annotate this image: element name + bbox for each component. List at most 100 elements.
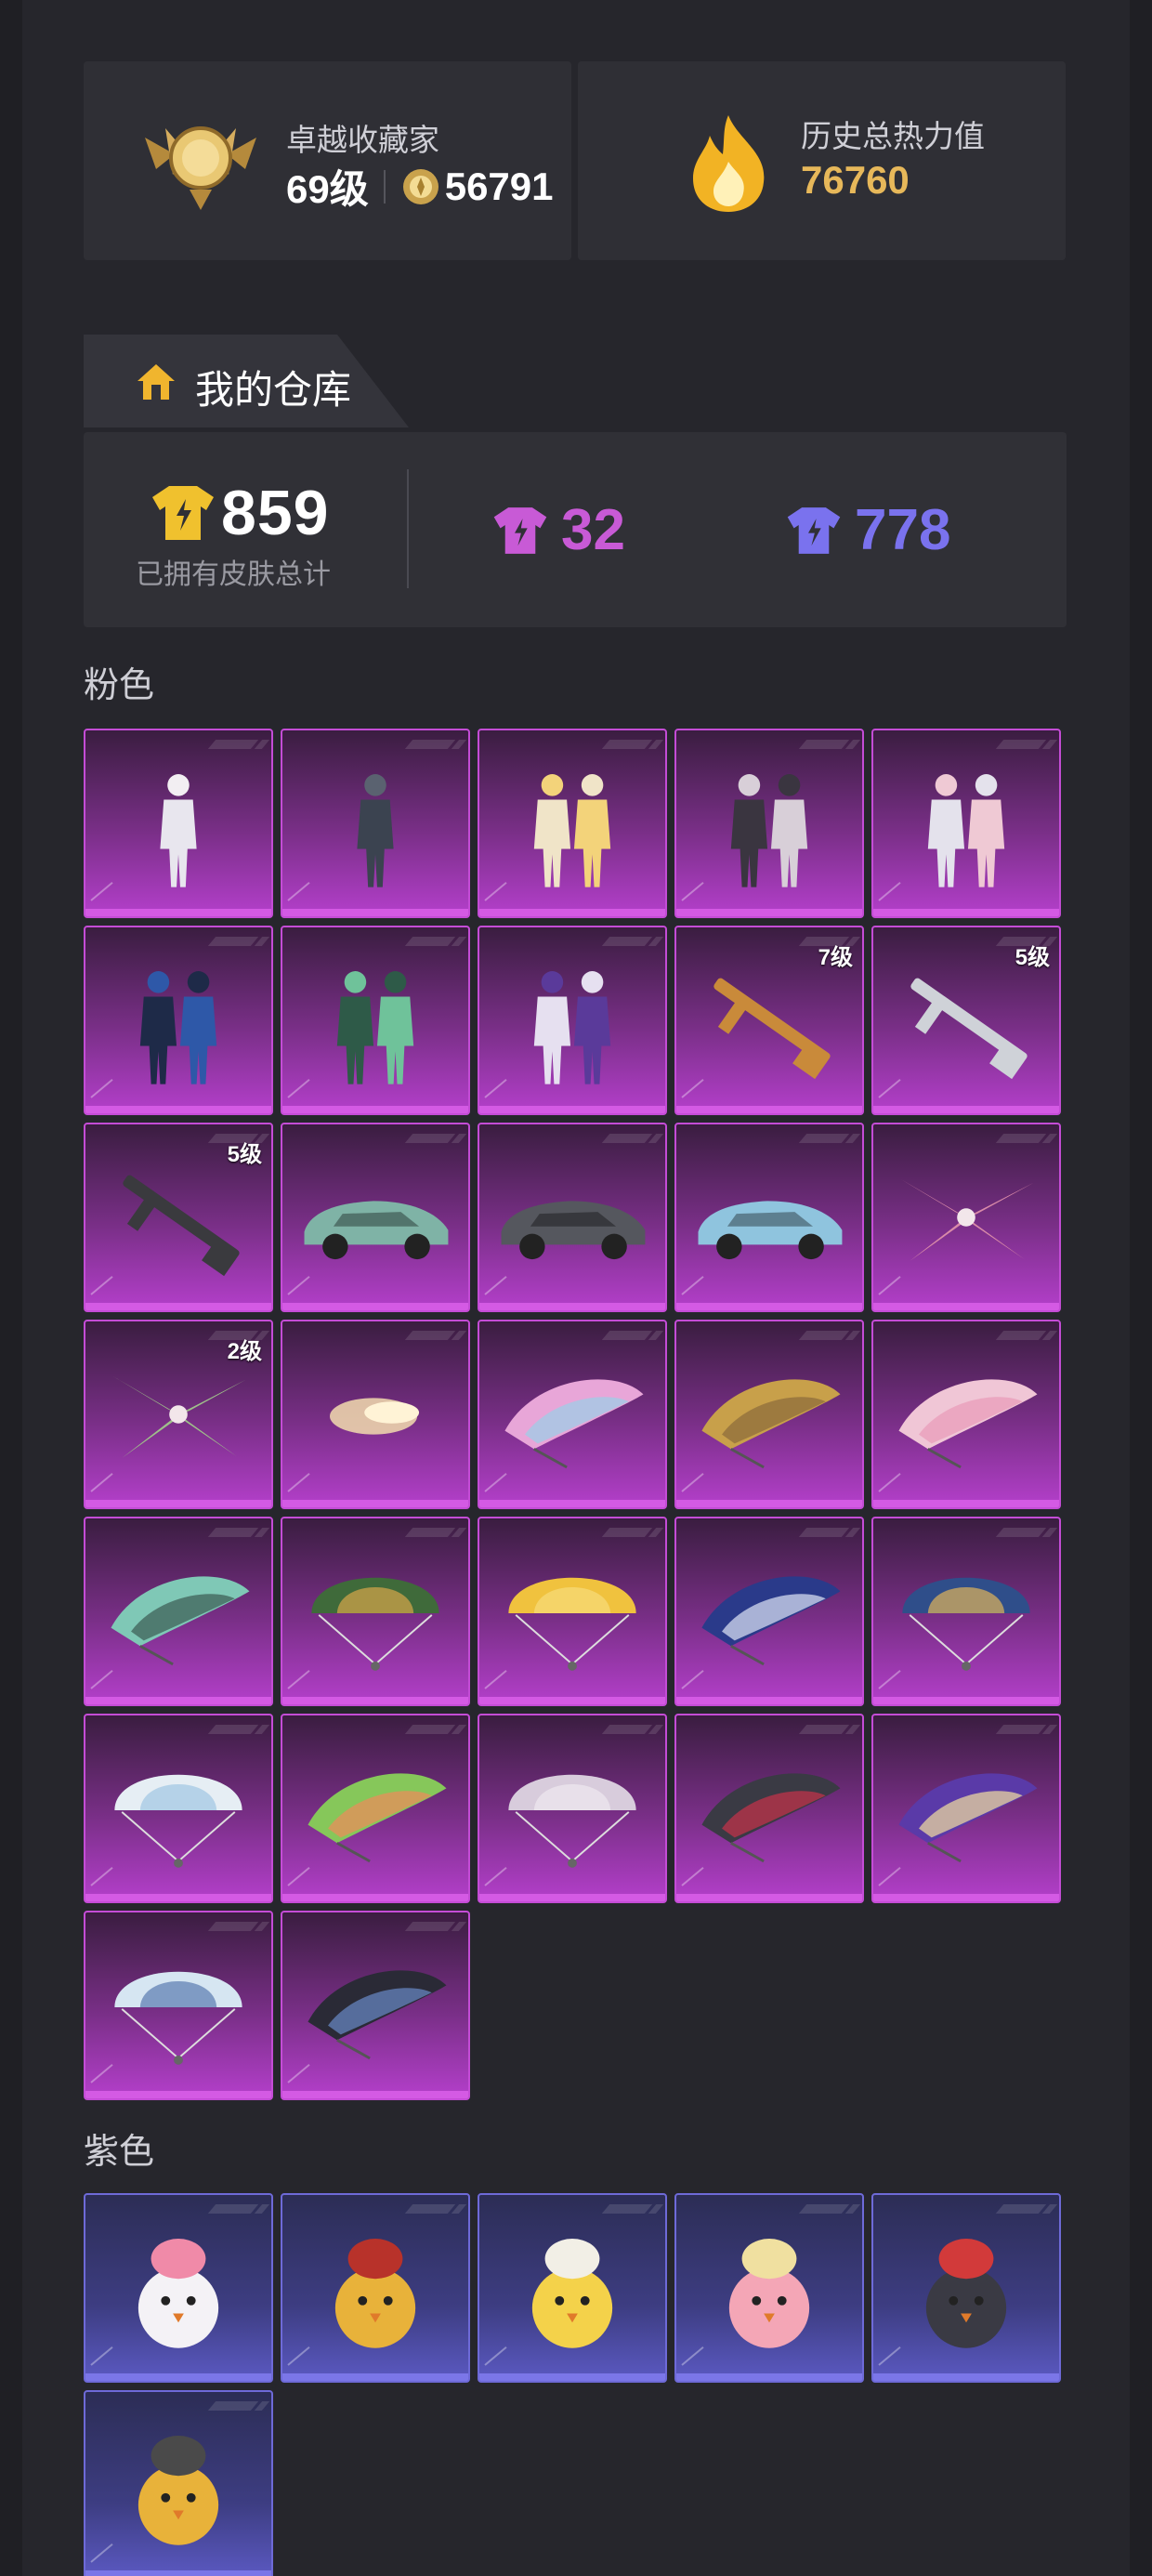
skin-tile-parachute-wing-navy[interactable] — [674, 1517, 864, 1706]
skin-tile-rifle-black[interactable]: 5级 — [84, 1123, 273, 1312]
skin-tile-pet-chick-yellow[interactable] — [478, 2193, 667, 2383]
skin-tile-pet-pink-bird[interactable] — [674, 2193, 864, 2383]
skin-tile-parachute-wing-check[interactable] — [871, 1714, 1061, 1903]
skin-tile-outfit-pair-green[interactable] — [281, 926, 470, 1115]
outfit-single-icon — [160, 774, 197, 887]
purple-count: 778 — [855, 498, 951, 562]
shirt-pink-icon — [493, 506, 547, 554]
skin-tile-parachute-wing-red[interactable] — [674, 1714, 864, 1903]
skin-tile-parachute-dome-green[interactable] — [281, 1517, 470, 1706]
points-coin-icon — [402, 168, 439, 204]
parachute-wing-red-icon — [701, 1773, 841, 1863]
level-badge: 5级 — [1015, 945, 1050, 970]
skin-tile-car-blue[interactable] — [674, 1123, 864, 1312]
pet-chick-helmet-icon — [137, 2436, 219, 2545]
flame-icon — [693, 115, 765, 212]
skin-tile-parachute-wing-pink[interactable] — [478, 1320, 667, 1509]
level-badge: 2级 — [227, 1339, 262, 1364]
pet-chick-yellow-icon — [531, 2239, 613, 2348]
outfit-pair-purple-icon — [533, 971, 611, 1084]
outfit-pair-green-icon — [336, 971, 414, 1084]
warehouse-title: 我的仓库 — [195, 368, 352, 412]
pet-chick-shades-icon — [334, 2239, 416, 2348]
purple-skins[interactable]: 778 — [786, 497, 950, 563]
heat-card[interactable]: 历史总热力值 76760 — [578, 61, 1066, 260]
skin-tile-glider-green[interactable]: 2级 — [84, 1320, 273, 1509]
skin-tile-outfit-pair-white[interactable] — [871, 729, 1061, 918]
trail-smoke-icon — [329, 1398, 420, 1435]
skin-tile-rifle-silver[interactable]: 5级 — [871, 926, 1061, 1115]
house-icon — [137, 364, 175, 400]
parachute-dome-white-icon — [114, 1774, 242, 1868]
level-badge: 7级 — [818, 945, 853, 970]
skin-tile-parachute-wing-rose[interactable] — [871, 1320, 1061, 1509]
skin-tile-parachute-wing-lime[interactable] — [281, 1714, 470, 1903]
collector-rank-card[interactable]: 卓越收藏家 69级 56791 — [84, 61, 571, 260]
skin-tile-pet-bunny[interactable] — [84, 2193, 273, 2383]
pet-pink-bird-icon — [728, 2239, 810, 2348]
skin-tile-pet-chick-helmet[interactable] — [84, 2390, 273, 2576]
heat-value: 76760 — [801, 158, 910, 202]
outfit-pair-blue-icon — [139, 971, 217, 1084]
parachute-dome-green-icon — [311, 1577, 439, 1671]
total-count: 859 — [221, 478, 330, 548]
skin-tile-outfit-clowns[interactable] — [478, 729, 667, 918]
skin-tile-rifle-gold[interactable]: 7级 — [674, 926, 864, 1115]
skin-tile-parachute-wing-teal[interactable] — [84, 1517, 273, 1706]
skin-tile-outfit-pair-blue[interactable] — [84, 926, 273, 1115]
rank-medal-icon — [145, 126, 256, 210]
divider — [383, 169, 386, 204]
stats-divider — [407, 469, 409, 588]
skin-tile-outfit-armor[interactable] — [281, 729, 470, 918]
outfit-clowns-icon — [533, 774, 611, 887]
parachute-dome-lilac-icon — [508, 1774, 636, 1868]
parachute-wing-lime-icon — [308, 1773, 447, 1863]
outfit-pair-white-icon — [927, 774, 1005, 887]
skin-tile-trail-smoke[interactable] — [281, 1320, 470, 1509]
skin-tile-outfit-pair-purple[interactable] — [478, 926, 667, 1115]
parachute-dome-blue-icon — [902, 1577, 1030, 1671]
parachute-wing-gold-icon — [701, 1379, 841, 1469]
pet-bunny-icon — [137, 2239, 219, 2348]
pink-count: 32 — [561, 498, 625, 562]
skin-tile-outfit-single[interactable] — [84, 729, 273, 918]
skin-tile-pet-robot[interactable] — [871, 2193, 1061, 2383]
skin-tile-outfit-pair-dark[interactable] — [674, 729, 864, 918]
level-badge: 5级 — [227, 1142, 262, 1167]
skin-tile-parachute-dome-blue[interactable] — [871, 1517, 1061, 1706]
outfit-pair-dark-icon — [730, 774, 808, 887]
car-green-icon — [304, 1201, 449, 1260]
heat-label: 历史总热力值 — [801, 119, 985, 153]
skin-tile-parachute-dome-chick[interactable] — [478, 1517, 667, 1706]
pet-robot-icon — [925, 2239, 1007, 2348]
shirt-gold-icon — [152, 486, 214, 540]
skin-tile-parachute-dome-sky[interactable] — [84, 1911, 273, 2100]
parachute-dome-sky-icon — [114, 1971, 242, 2065]
total-skins: 859 — [151, 477, 329, 549]
points-text: 56791 — [444, 164, 554, 208]
skin-tile-car-grey[interactable] — [478, 1123, 667, 1312]
car-blue-icon — [698, 1201, 843, 1260]
rank-title: 卓越收藏家 — [286, 123, 439, 157]
parachute-wing-dark-icon — [308, 1970, 447, 2060]
skin-tile-glider-pink[interactable] — [871, 1123, 1061, 1312]
skin-tile-pet-chick-shades[interactable] — [281, 2193, 470, 2383]
section-label-pink: 粉色 — [84, 666, 155, 705]
skin-tile-parachute-dome-lilac[interactable] — [478, 1714, 667, 1903]
skin-tile-parachute-wing-dark[interactable] — [281, 1911, 470, 2100]
skin-tile-parachute-wing-gold[interactable] — [674, 1320, 864, 1509]
parachute-wing-pink-icon — [504, 1379, 644, 1469]
shirt-purple-icon — [787, 506, 841, 554]
outfit-armor-icon — [357, 774, 394, 887]
rank-line: 69级 56791 — [286, 158, 554, 215]
parachute-dome-chick-icon — [508, 1577, 636, 1671]
skin-tile-car-green[interactable] — [281, 1123, 470, 1312]
section-label-purple: 紫色 — [84, 2133, 155, 2172]
level-text: 69级 — [286, 167, 369, 211]
glider-pink-icon — [900, 1178, 1034, 1262]
pink-skins[interactable]: 32 — [492, 497, 625, 563]
parachute-wing-navy-icon — [701, 1576, 841, 1666]
parachute-wing-rose-icon — [898, 1379, 1038, 1469]
skin-tile-parachute-dome-white[interactable] — [84, 1714, 273, 1903]
parachute-wing-teal-icon — [111, 1576, 250, 1666]
